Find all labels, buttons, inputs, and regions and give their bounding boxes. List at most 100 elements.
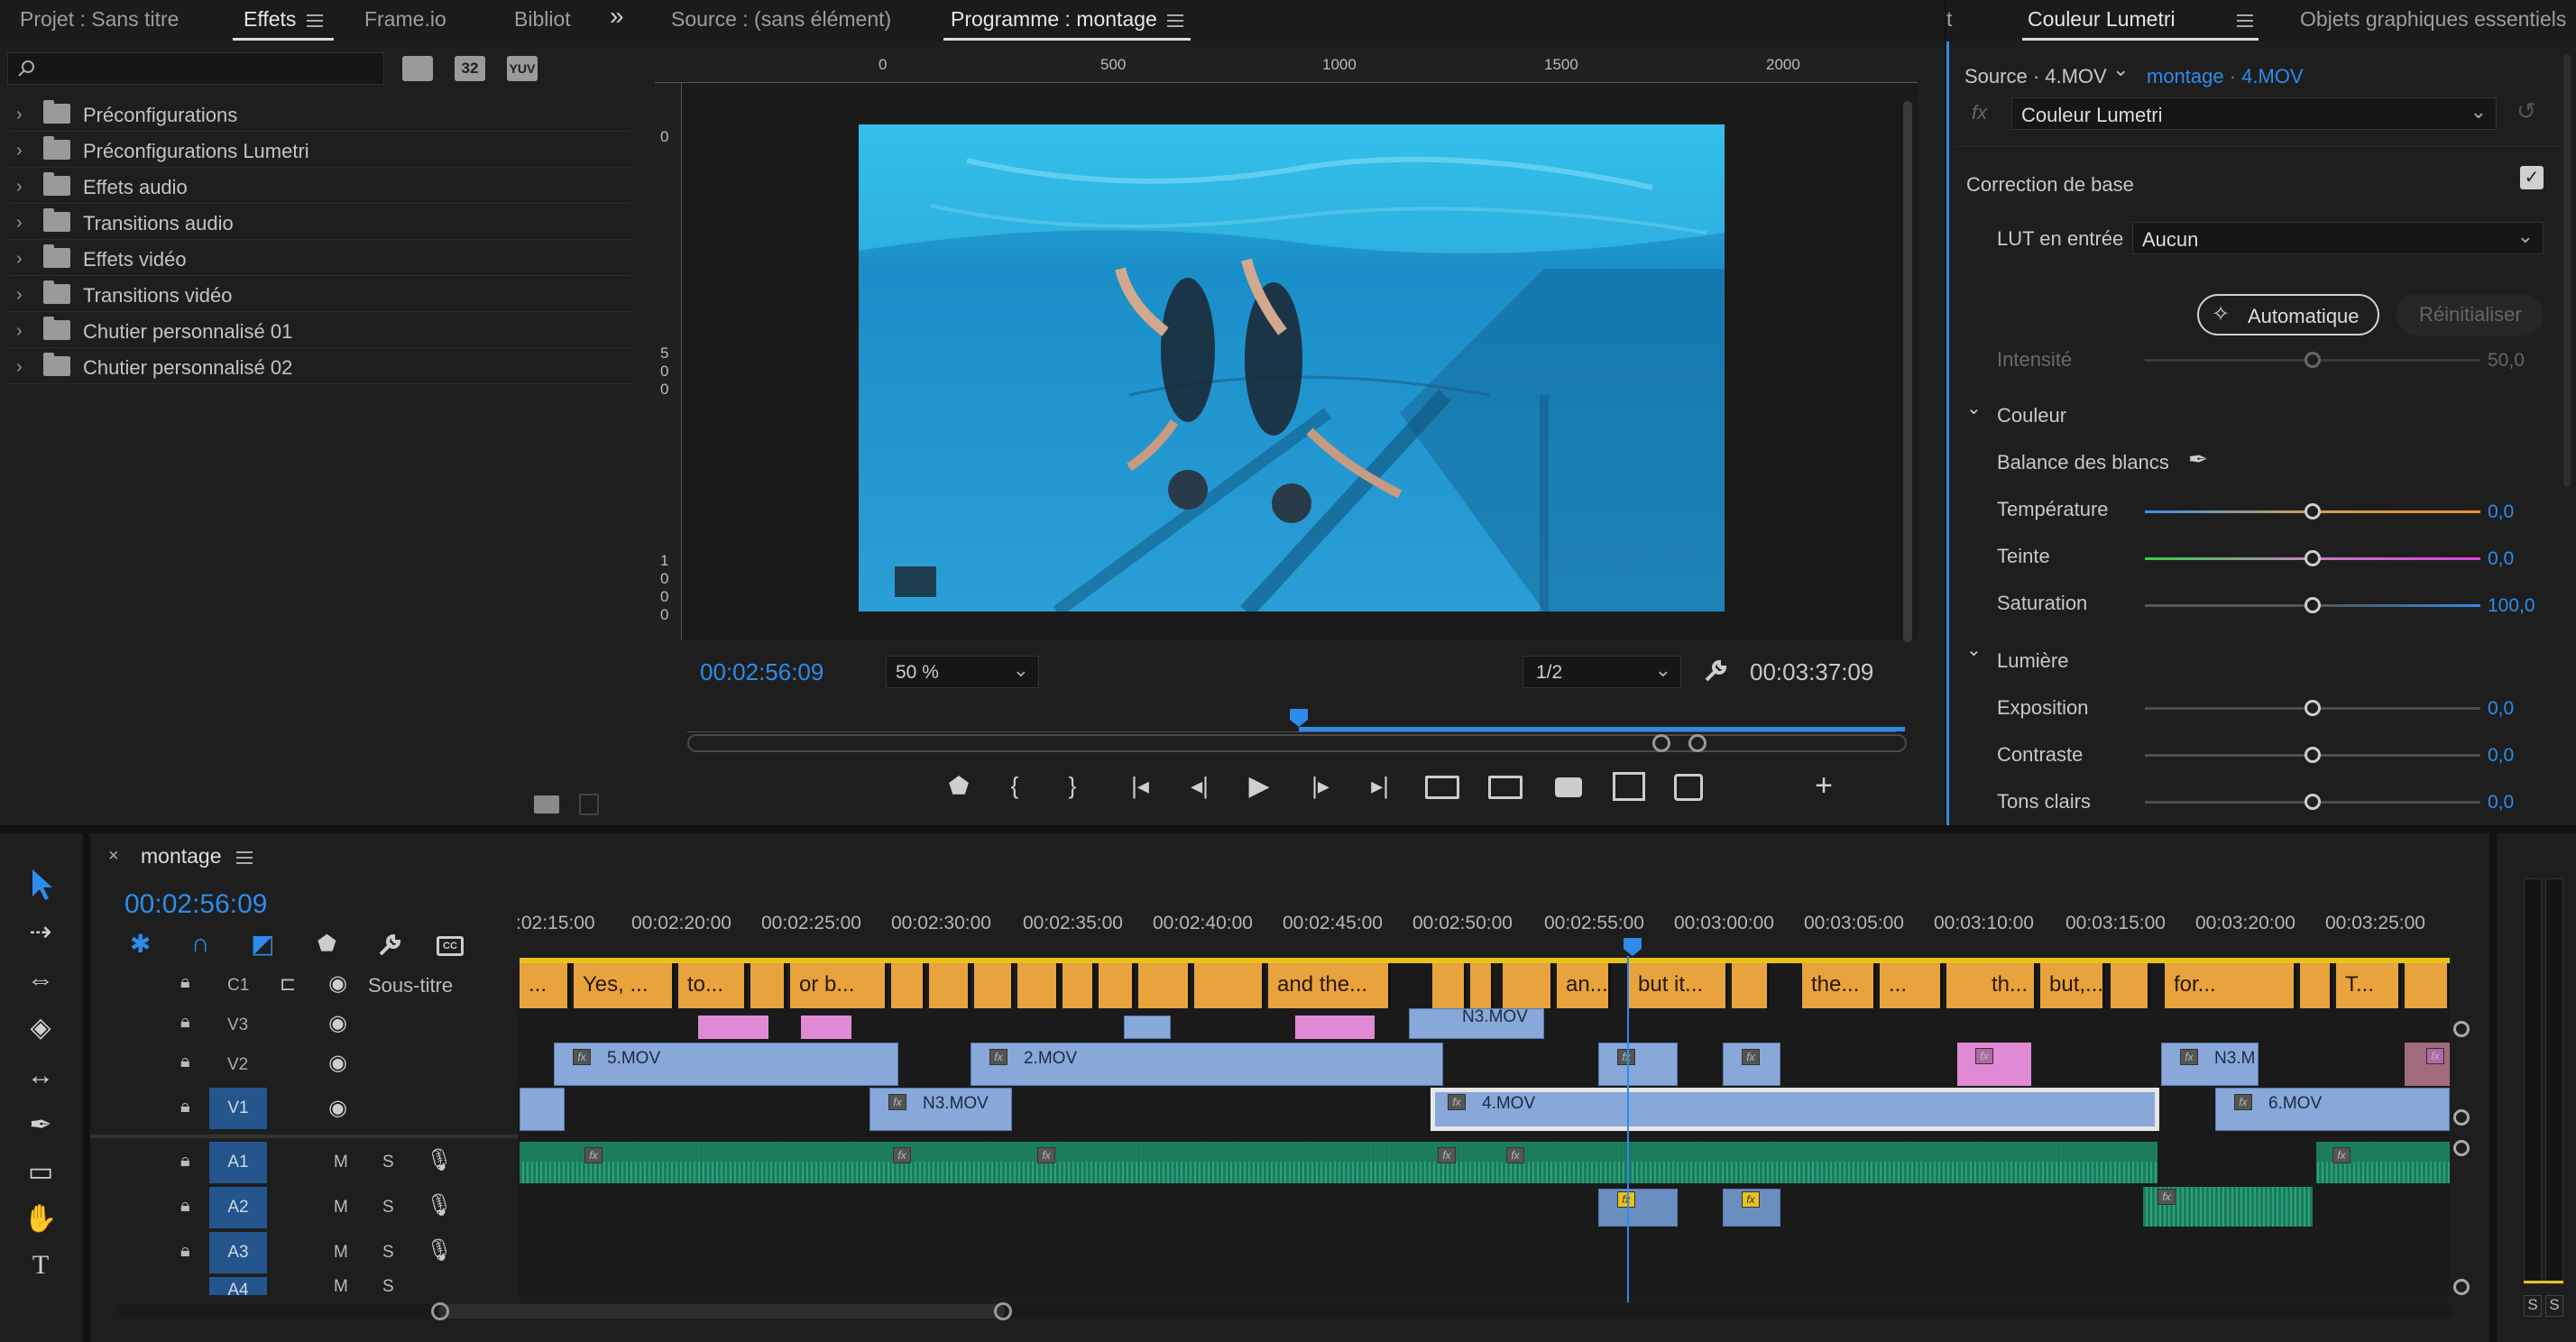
caption-clip[interactable]: Yes, ... bbox=[574, 963, 675, 1008]
tint-value[interactable]: 0,0 bbox=[2488, 548, 2514, 570]
lock-icon[interactable]: 🔒︎ bbox=[180, 1151, 190, 1172]
caption-clip[interactable] bbox=[1503, 963, 1553, 1008]
caption-clip[interactable] bbox=[1099, 963, 1135, 1008]
adjustment-clip[interactable]: fx bbox=[1957, 1043, 2031, 1086]
linked-selection-icon[interactable]: ◩ bbox=[251, 929, 274, 959]
track-select-tool-icon[interactable]: ⇢ bbox=[18, 916, 63, 952]
caption-clip[interactable] bbox=[2405, 963, 2450, 1008]
mute-button[interactable]: M bbox=[334, 1277, 348, 1295]
v-scroll-handle[interactable] bbox=[2453, 1021, 2470, 1037]
chevron-right-icon[interactable]: › bbox=[16, 213, 23, 234]
yuv-effects-icon[interactable]: YUV bbox=[507, 56, 538, 81]
lock-icon[interactable]: 🔒︎ bbox=[180, 1097, 190, 1117]
selected-video-clip[interactable]: fx 4.MOV bbox=[1431, 1088, 2159, 1131]
accelerated-effects-icon[interactable] bbox=[402, 56, 433, 81]
tab-program[interactable]: Programme : montage bbox=[951, 7, 1157, 32]
color-section-header[interactable]: Couleur bbox=[1997, 404, 2066, 427]
panel-menu-icon[interactable] bbox=[307, 14, 323, 27]
chevron-right-icon[interactable]: › bbox=[16, 141, 23, 161]
lock-icon[interactable]: 🔒︎ bbox=[180, 1052, 190, 1072]
caption-clip[interactable] bbox=[750, 963, 787, 1008]
microphone-icon[interactable]: 🎙︎ bbox=[426, 1237, 453, 1264]
exposure-value[interactable]: 0,0 bbox=[2488, 698, 2514, 720]
a-scroll-handle[interactable] bbox=[2453, 1279, 2470, 1295]
timeline-timecode[interactable]: 00:02:56:09 bbox=[124, 889, 267, 920]
chevron-right-icon[interactable]: › bbox=[16, 285, 23, 306]
solo-button[interactable]: S bbox=[382, 1243, 394, 1263]
solo-left-button[interactable]: S bbox=[2524, 1295, 2542, 1317]
video-clip[interactable] bbox=[1124, 1016, 1171, 1039]
play-icon[interactable]: ▶ bbox=[1243, 770, 1275, 802]
caption-clip[interactable]: an... bbox=[1557, 963, 1611, 1008]
solo-right-button[interactable]: S bbox=[2545, 1295, 2563, 1317]
hand-tool-icon[interactable]: ✋ bbox=[18, 1203, 63, 1239]
folder-audio-effects[interactable]: › Effets audio bbox=[9, 168, 631, 204]
microphone-icon[interactable]: 🎙︎ bbox=[426, 1192, 453, 1218]
chevron-right-icon[interactable]: › bbox=[16, 105, 23, 125]
tab-effects[interactable]: Effets bbox=[244, 7, 296, 32]
rectangle-tool-icon[interactable]: ▭ bbox=[18, 1156, 63, 1192]
exposure-slider[interactable] bbox=[2145, 700, 2480, 716]
adjustment-clip[interactable] bbox=[801, 1016, 851, 1039]
scroll-handle-right[interactable] bbox=[994, 1302, 1012, 1320]
caption-clip[interactable] bbox=[974, 963, 1014, 1008]
chevron-right-icon[interactable]: › bbox=[16, 321, 23, 342]
temperature-value[interactable]: 0,0 bbox=[2488, 501, 2514, 523]
caption-clip[interactable] bbox=[1432, 963, 1467, 1008]
insert-icon[interactable] bbox=[1425, 776, 1459, 799]
track-target-a2[interactable]: A2 bbox=[209, 1187, 267, 1228]
auto-button[interactable]: ✧ Automatique bbox=[2197, 294, 2379, 336]
lock-icon[interactable]: 🔒︎ bbox=[180, 1196, 190, 1217]
effects-search-input[interactable] bbox=[7, 52, 384, 85]
wrench-icon[interactable] bbox=[1701, 657, 1730, 685]
solo-button[interactable]: S bbox=[382, 1198, 394, 1218]
snap-icon[interactable]: ∩ bbox=[191, 929, 209, 958]
resolution-select[interactable]: 1/2 ⌄ bbox=[1523, 656, 1681, 688]
folder-custom-bin-01[interactable]: › Chutier personnalisé 01 bbox=[9, 312, 631, 348]
caption-clip[interactable]: for... bbox=[2165, 963, 2296, 1008]
scroll-handle-left[interactable] bbox=[431, 1302, 449, 1320]
lock-icon[interactable]: 🔒︎ bbox=[180, 972, 190, 993]
effect-select[interactable]: Couleur Lumetri ⌄ bbox=[2011, 97, 2497, 130]
timeline-scroll-thumb[interactable] bbox=[438, 1304, 1005, 1319]
tab-libraries[interactable]: Bibliot bbox=[514, 7, 571, 32]
solo-button[interactable]: S bbox=[382, 1277, 394, 1295]
lumetri-scrollbar[interactable] bbox=[2563, 54, 2571, 487]
add-marker-icon[interactable]: ⬟ bbox=[945, 772, 972, 800]
microphone-icon[interactable]: 🎙︎ bbox=[426, 1147, 453, 1173]
overwrite-icon[interactable] bbox=[1488, 776, 1523, 799]
video-clip[interactable]: N3.MOV bbox=[1409, 1008, 1544, 1039]
nest-icon[interactable]: ✱ bbox=[130, 929, 151, 959]
eye-icon[interactable]: ◉ bbox=[328, 1050, 347, 1076]
timeline-settings-icon[interactable] bbox=[375, 931, 404, 960]
chevron-down-icon[interactable]: ⌄ bbox=[2112, 58, 2129, 81]
highlights-value[interactable]: 0,0 bbox=[2488, 792, 2514, 813]
step-forward-icon[interactable]: |▸ bbox=[1304, 772, 1337, 800]
chevron-right-icon[interactable]: › bbox=[16, 177, 23, 198]
video-clip[interactable]: fx 2.MOV bbox=[971, 1043, 1443, 1086]
adjustment-clip[interactable] bbox=[698, 1016, 768, 1039]
panel-menu-icon[interactable] bbox=[1167, 14, 1183, 27]
tab-frameio[interactable]: Frame.io bbox=[364, 7, 446, 32]
chevron-down-icon[interactable]: ⌄ bbox=[1966, 639, 1982, 661]
temperature-slider[interactable] bbox=[2145, 503, 2480, 519]
target-clip-label[interactable]: montage · 4.MOV bbox=[2147, 65, 2304, 88]
add-marker-icon[interactable]: ⬟ bbox=[317, 931, 336, 957]
more-tabs-icon[interactable]: » bbox=[610, 2, 624, 31]
monitor-scrollbar[interactable] bbox=[1903, 101, 1912, 642]
solo-button[interactable]: S bbox=[382, 1153, 394, 1172]
adjustment-clip[interactable] bbox=[1295, 1016, 1375, 1039]
go-to-in-icon[interactable]: |◂ bbox=[1122, 772, 1158, 800]
add-button-icon[interactable]: + bbox=[1808, 768, 1840, 804]
video-clip[interactable]: fx N3.MOV bbox=[869, 1088, 1012, 1131]
mark-in-icon[interactable]: { bbox=[1001, 772, 1028, 800]
caption-clip[interactable]: ... bbox=[520, 963, 570, 1008]
sequence-tab[interactable]: montage bbox=[141, 844, 222, 869]
step-back-icon[interactable]: ◂| bbox=[1183, 772, 1216, 800]
eye-icon[interactable]: ◉ bbox=[328, 1010, 347, 1036]
tab-essential-graphics[interactable]: Objets graphiques essentiels bbox=[2300, 7, 2566, 32]
caption-clip[interactable] bbox=[1470, 963, 1494, 1008]
video-clip[interactable] bbox=[520, 1088, 565, 1131]
proxy-toggle-icon[interactable] bbox=[1674, 774, 1703, 801]
track-target-a4[interactable]: A4 bbox=[209, 1277, 267, 1295]
